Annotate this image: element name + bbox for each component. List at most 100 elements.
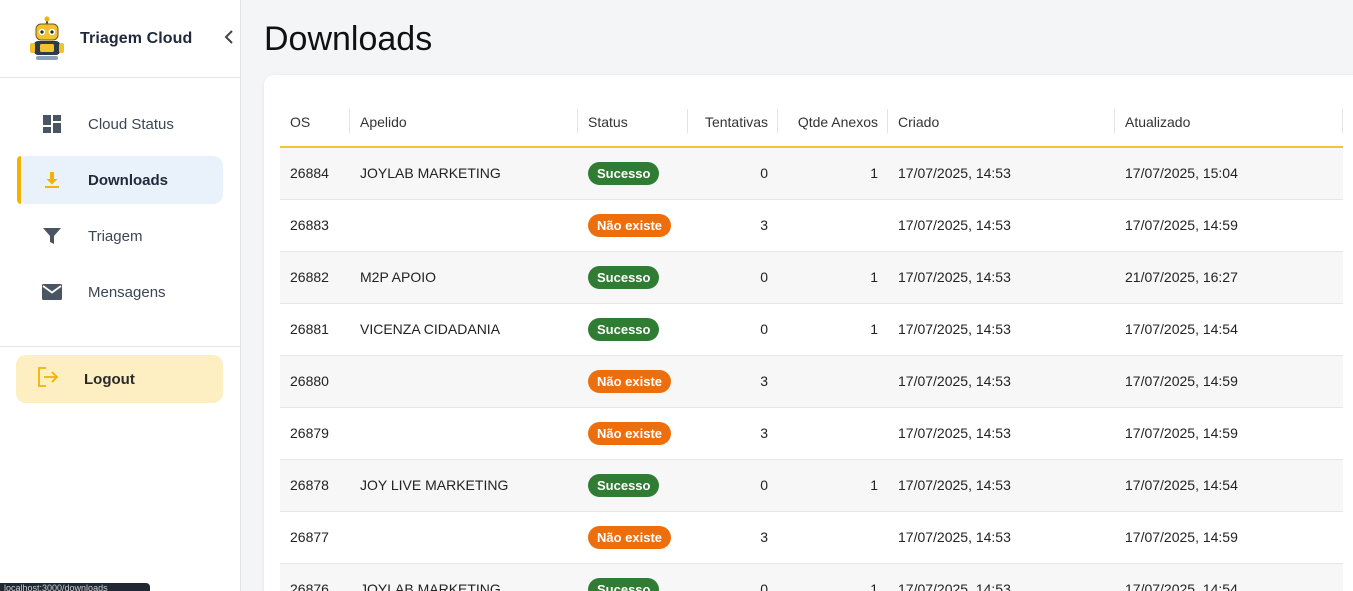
logout-icon: [36, 366, 60, 392]
cell-apelido: JOYLAB MARKETING: [360, 581, 501, 591]
status-badge: Não existe: [588, 421, 672, 445]
cell-atualizado: 21/07/2025, 16:27: [1125, 269, 1238, 285]
sidebar-item-cloud-status[interactable]: Cloud Status: [17, 100, 223, 148]
status-badge: Sucesso: [588, 473, 660, 497]
status-badge: Sucesso: [588, 265, 660, 289]
cell-criado: 17/07/2025, 14:53: [898, 165, 1011, 182]
table-row[interactable]: 26880 Não existe 3 17/07/2025, 14:53 17/07/2…: [280, 355, 1343, 407]
cell-atualizado: 17/07/2025, 14:54: [1125, 581, 1238, 591]
cell-tentativas: 3: [760, 529, 768, 545]
brand-header: Triagem Cloud: [0, 0, 240, 78]
column-header-qtde-anexos[interactable]: Qtde Anexos: [778, 97, 888, 147]
cell-criado: 17/07/2025, 14:53: [898, 321, 1011, 337]
status-badge: Não existe: [588, 213, 672, 237]
cell-qtde-anexos: 1: [870, 165, 878, 182]
cell-qtde-anexos: [778, 407, 888, 459]
robot-logo-icon: [28, 16, 66, 62]
cell-tentativas: 0: [760, 477, 768, 493]
cell-criado: 17/07/2025, 14:53: [898, 373, 1011, 389]
column-header-status[interactable]: Status: [578, 97, 688, 147]
cell-atualizado: 17/07/2025, 14:59: [1125, 529, 1238, 545]
table-row[interactable]: 26877 Não existe 3 17/07/2025, 14:53 17/07/2…: [280, 511, 1343, 563]
cell-status: Não existe: [578, 511, 688, 563]
status-badge: Não existe: [588, 369, 672, 393]
table-row[interactable]: 26879 Não existe 3 17/07/2025, 14:53 17/07/2…: [280, 407, 1343, 459]
cell-criado: 17/07/2025, 14:53: [898, 217, 1011, 233]
sidebar-item-downloads[interactable]: Downloads: [17, 156, 223, 204]
sidebar: Triagem Cloud Cloud Status Downloads Tri…: [0, 0, 241, 591]
cell-os: 26879: [290, 425, 329, 441]
table-body: 26884 JOYLAB MARKETING Sucesso 0 1 17/07/2025…: [280, 147, 1343, 591]
status-badge: Sucesso: [588, 161, 660, 185]
cell-tentativas: 0: [760, 269, 768, 285]
cell-criado: 17/07/2025, 14:53: [898, 425, 1011, 441]
column-header-criado[interactable]: Criado: [888, 97, 1115, 147]
table-row[interactable]: 26884 JOYLAB MARKETING Sucesso 0 1 17/07/2025…: [280, 147, 1343, 199]
cell-tentativas: 3: [760, 425, 768, 441]
cell-apelido: JOY LIVE MARKETING: [360, 477, 509, 493]
cell-os: 26882: [290, 269, 329, 285]
cell-os: 26877: [290, 529, 329, 545]
cell-os: 26878: [290, 477, 329, 493]
table-row[interactable]: 26882 M2P APOIO Sucesso 0 1 17/07/2025, 14:53…: [280, 251, 1343, 303]
logout-label: Logout: [84, 370, 135, 388]
table-row[interactable]: 26883 Não existe 3 17/07/2025, 14:53 17/07/2…: [280, 199, 1343, 251]
cell-qtde-anexos: [778, 199, 888, 251]
cell-tentativas: 0: [760, 321, 768, 337]
cell-status: Sucesso: [578, 147, 688, 199]
cell-criado: 17/07/2025, 14:53: [898, 269, 1011, 285]
cell-status: Não existe: [578, 355, 688, 407]
cell-criado: 17/07/2025, 14:53: [898, 529, 1011, 545]
column-header-apelido[interactable]: Apelido: [350, 97, 578, 147]
column-header-tentativas[interactable]: Tentativas: [688, 97, 778, 147]
cell-status: Sucesso: [578, 563, 688, 591]
cell-status: Não existe: [578, 199, 688, 251]
cell-os: 26876: [290, 581, 329, 591]
collapse-sidebar-chevron-left-icon[interactable]: [222, 28, 236, 46]
sidebar-item-label: Mensagens: [88, 283, 166, 301]
browser-status-url: localhost:3000/downloads: [0, 583, 150, 591]
filter-icon: [41, 225, 63, 247]
app-title: Triagem Cloud: [80, 29, 193, 47]
cell-apelido: [350, 355, 578, 407]
cell-qtde-anexos: 1: [870, 321, 878, 337]
column-header-atualizado[interactable]: Atualizado: [1115, 97, 1343, 147]
download-icon: [41, 169, 63, 191]
cell-os: 26881: [290, 321, 329, 337]
cell-status: Sucesso: [578, 459, 688, 511]
sidebar-item-triagem[interactable]: Triagem: [17, 212, 223, 260]
cell-apelido: JOYLAB MARKETING: [360, 165, 501, 182]
cell-atualizado: 17/07/2025, 14:59: [1125, 217, 1238, 233]
logout-button[interactable]: Logout: [16, 355, 223, 403]
table-header-row: OS Apelido Status Tentativas Qtde Anexos…: [280, 97, 1343, 147]
cell-qtde-anexos: 1: [870, 269, 878, 285]
sidebar-item-label: Triagem: [88, 227, 143, 245]
cell-apelido: [350, 407, 578, 459]
cell-atualizado: 17/07/2025, 14:59: [1125, 373, 1238, 389]
cell-atualizado: 17/07/2025, 14:54: [1125, 477, 1238, 493]
cell-atualizado: 17/07/2025, 15:04: [1125, 165, 1238, 182]
cell-qtde-anexos: [778, 511, 888, 563]
downloads-table-card: OS Apelido Status Tentativas Qtde Anexos…: [264, 75, 1353, 591]
table-row[interactable]: 26881 VICENZA CIDADANIA Sucesso 0 1 17/07/202…: [280, 303, 1343, 355]
cell-apelido: [350, 199, 578, 251]
cell-status: Sucesso: [578, 251, 688, 303]
status-badge: Sucesso: [588, 577, 660, 591]
cell-criado: 17/07/2025, 14:53: [898, 477, 1011, 493]
sidebar-item-label: Downloads: [88, 171, 169, 189]
downloads-table: OS Apelido Status Tentativas Qtde Anexos…: [280, 97, 1343, 591]
table-row[interactable]: 26876 JOYLAB MARKETING Sucesso 0 1 17/07/2025…: [280, 563, 1343, 591]
cell-atualizado: 17/07/2025, 14:54: [1125, 321, 1238, 337]
sidebar-item-mensagens[interactable]: Mensagens: [17, 268, 223, 316]
cell-qtde-anexos: 1: [870, 477, 878, 493]
mail-icon: [41, 281, 63, 303]
cell-apelido: M2P APOIO: [360, 269, 436, 285]
cell-tentativas: 0: [760, 581, 768, 591]
table-row[interactable]: 26878 JOY LIVE MARKETING Sucesso 0 1 17/07/20…: [280, 459, 1343, 511]
cell-os: 26884: [290, 165, 329, 182]
column-header-os[interactable]: OS: [280, 97, 350, 147]
cell-atualizado: 17/07/2025, 14:59: [1125, 425, 1238, 441]
cell-tentativas: 0: [760, 165, 768, 182]
cell-apelido: [350, 511, 578, 563]
dashboard-icon: [41, 113, 63, 135]
